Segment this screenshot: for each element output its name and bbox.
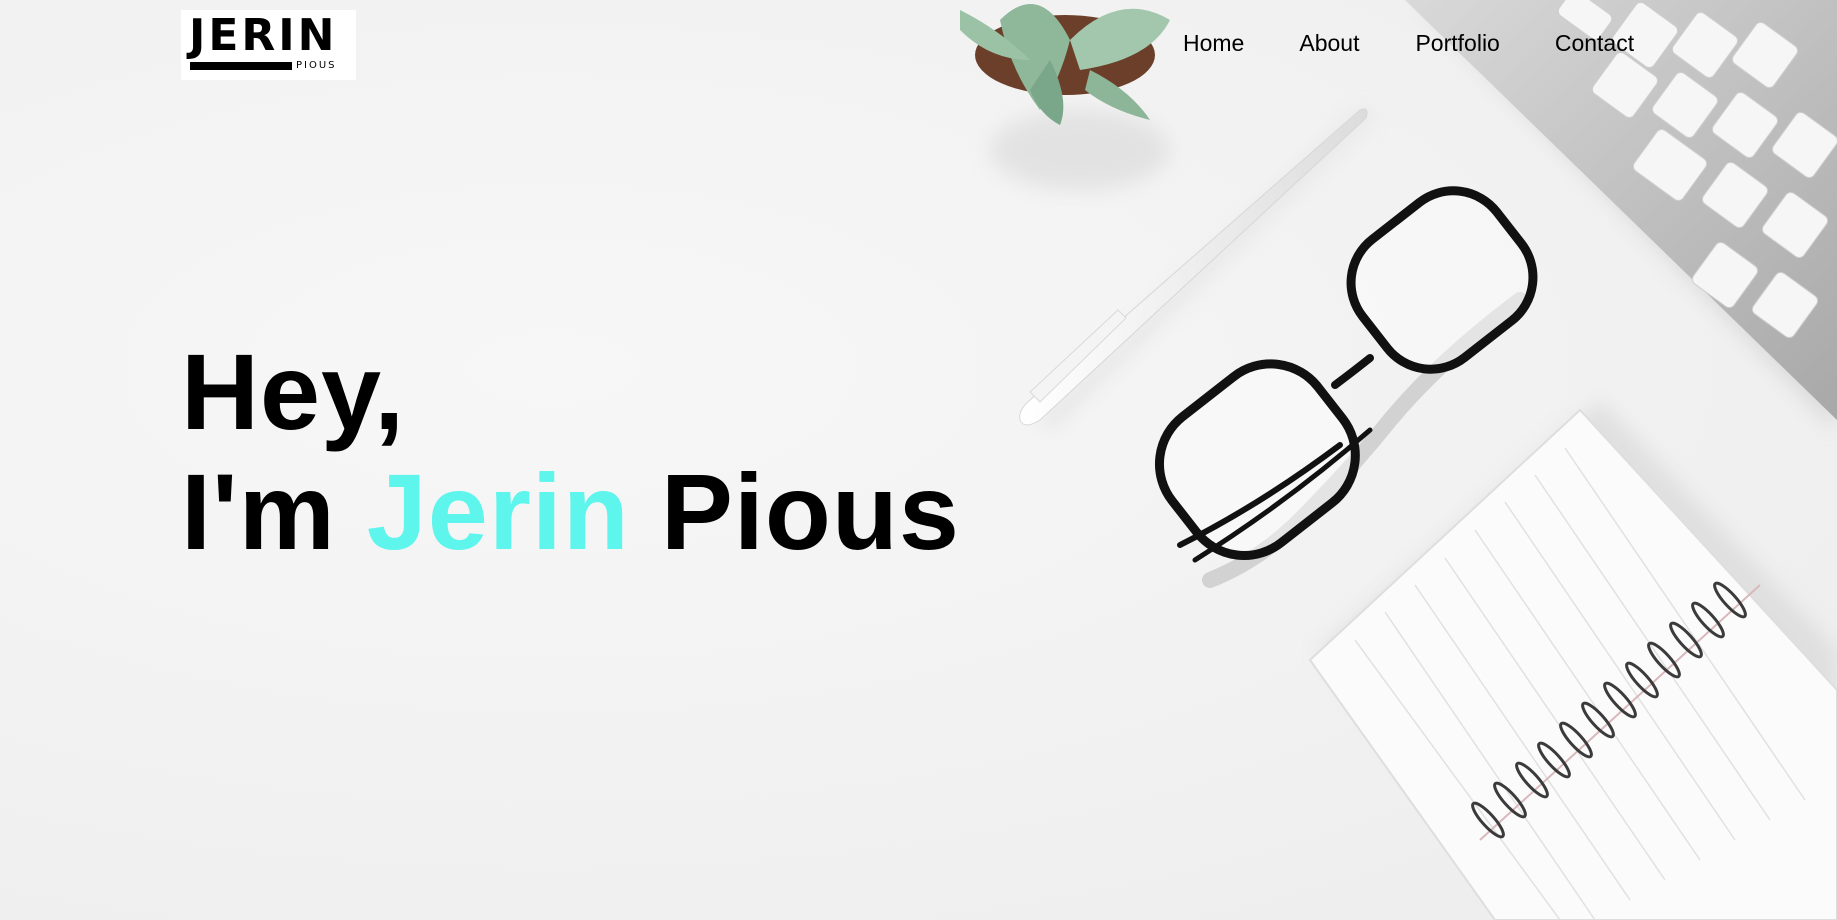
nav-home-link[interactable]: Home	[1183, 30, 1244, 57]
logo-text: JERIN	[189, 10, 338, 61]
keyboard-image	[1405, 0, 1837, 430]
logo-underline	[190, 62, 292, 70]
hero-page: JERIN PIOUS Home About Portfolio Contact…	[0, 0, 1837, 920]
hero-intro: I'm Jerin Pious	[181, 452, 960, 572]
hero-greeting: Hey,	[181, 331, 406, 452]
logo-subtext: PIOUS	[296, 60, 337, 71]
nav-about-link[interactable]: About	[1299, 30, 1359, 57]
site-logo[interactable]: JERIN PIOUS	[181, 10, 356, 80]
hero-intro-prefix: I'm	[181, 451, 367, 572]
white-pen-image	[1019, 108, 1372, 430]
hero-first-name: Jerin	[366, 451, 630, 572]
nav-contact-link[interactable]: Contact	[1555, 30, 1634, 57]
hero-last-name: Pious	[629, 451, 960, 572]
eyeglasses-image	[1154, 186, 1538, 588]
main-nav: Home About Portfolio Contact	[1183, 30, 1634, 57]
nav-portfolio-link[interactable]: Portfolio	[1415, 30, 1499, 57]
spiral-notebook-image	[1308, 400, 1837, 920]
hero-heading: Hey, I'm Jerin Pious	[181, 332, 960, 572]
succulent-plant-image	[960, 4, 1170, 190]
